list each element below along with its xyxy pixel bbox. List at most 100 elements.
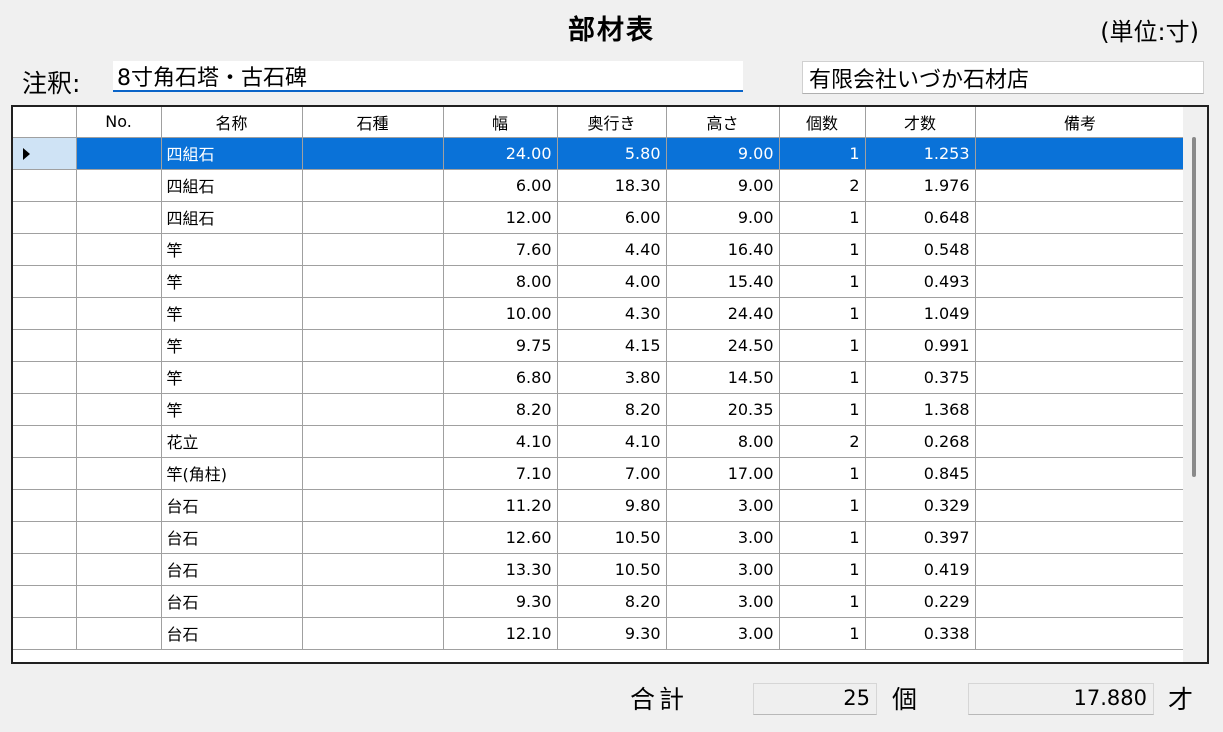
cell-count[interactable]: 2 [778,168,866,202]
row-header[interactable] [13,488,77,522]
cell-width[interactable]: 6.00 [442,168,558,202]
cell-remarks[interactable] [974,360,1186,394]
cell-count[interactable]: 1 [778,232,866,266]
cell-name[interactable]: 四組石 [160,168,303,202]
cell-sai[interactable]: 0.648 [864,200,976,234]
cell-name[interactable]: 竿 [160,392,303,426]
cell-depth[interactable]: 10.50 [556,520,667,554]
row-header[interactable] [13,424,77,458]
column-header-name[interactable]: 名称 [160,107,303,138]
cell-count[interactable]: 1 [778,296,866,330]
cell-no[interactable] [75,264,162,298]
cell-height[interactable]: 9.00 [665,200,780,234]
cell-count[interactable]: 1 [778,392,866,426]
cell-count[interactable]: 1 [778,264,866,298]
column-header-width[interactable]: 幅 [442,107,558,138]
vertical-scrollbar[interactable] [1183,107,1207,662]
cell-stone[interactable] [301,424,444,458]
cell-height[interactable]: 3.00 [665,552,780,586]
scrollbar-thumb[interactable] [1192,137,1196,477]
cell-height[interactable]: 3.00 [665,584,780,618]
cell-height[interactable]: 8.00 [665,424,780,458]
cell-no[interactable] [75,136,162,170]
cell-sai[interactable]: 1.368 [864,392,976,426]
column-header-depth[interactable]: 奥行き [556,107,667,138]
cell-remarks[interactable] [974,328,1186,362]
cell-name[interactable]: 竿 [160,296,303,330]
cell-width[interactable]: 12.60 [442,520,558,554]
row-header[interactable] [13,520,77,554]
row-header[interactable] [13,328,77,362]
row-header[interactable] [13,360,77,394]
cell-name[interactable]: 四組石 [160,200,303,234]
cell-count[interactable]: 1 [778,328,866,362]
cell-width[interactable]: 7.10 [442,456,558,490]
cell-width[interactable]: 12.00 [442,200,558,234]
company-input[interactable] [802,61,1204,94]
cell-remarks[interactable] [974,264,1186,298]
column-header-height[interactable]: 高さ [665,107,780,138]
cell-count[interactable]: 1 [778,488,866,522]
cell-sai[interactable]: 0.991 [864,328,976,362]
cell-depth[interactable]: 4.30 [556,296,667,330]
cell-name[interactable]: 竿 [160,232,303,266]
cell-stone[interactable] [301,488,444,522]
cell-depth[interactable]: 4.15 [556,328,667,362]
cell-no[interactable] [75,232,162,266]
cell-width[interactable]: 13.30 [442,552,558,586]
cell-width[interactable]: 8.00 [442,264,558,298]
row-header[interactable] [13,264,77,298]
column-header-no[interactable]: No. [75,107,162,138]
row-header[interactable] [13,168,77,202]
row-header[interactable] [13,200,77,234]
cell-remarks[interactable] [974,488,1186,522]
cell-no[interactable] [75,424,162,458]
cell-width[interactable]: 7.60 [442,232,558,266]
table-row[interactable]: 台石 11.20 9.80 3.00 1 0.329 [13,488,1186,522]
table-row[interactable]: 台石 12.60 10.50 3.00 1 0.397 [13,520,1186,554]
cell-height[interactable]: 14.50 [665,360,780,394]
cell-sai[interactable]: 0.845 [864,456,976,490]
cell-depth[interactable]: 5.80 [556,136,667,170]
cell-stone[interactable] [301,584,444,618]
cell-stone[interactable] [301,168,444,202]
table-row[interactable]: 竿 7.60 4.40 16.40 1 0.548 [13,232,1186,266]
cell-width[interactable]: 9.75 [442,328,558,362]
cell-name[interactable]: 台石 [160,520,303,554]
cell-width[interactable]: 24.00 [442,136,558,170]
cell-no[interactable] [75,456,162,490]
column-header-sai[interactable]: 才数 [864,107,976,138]
row-header[interactable] [13,232,77,266]
cell-width[interactable]: 9.30 [442,584,558,618]
cell-sai[interactable]: 1.049 [864,296,976,330]
cell-no[interactable] [75,168,162,202]
cell-no[interactable] [75,296,162,330]
cell-remarks[interactable] [974,392,1186,426]
cell-height[interactable]: 24.40 [665,296,780,330]
cell-name[interactable]: 竿 [160,328,303,362]
table-row[interactable]: 台石 12.10 9.30 3.00 1 0.338 [13,616,1186,650]
cell-depth[interactable]: 9.80 [556,488,667,522]
cell-sai[interactable]: 0.329 [864,488,976,522]
cell-name[interactable]: 花立 [160,424,303,458]
parts-grid[interactable]: No. 名称 石種 幅 奥行き 高さ 個数 才数 備考 四組石 24.00 5.80… [11,105,1209,664]
cell-height[interactable]: 9.00 [665,168,780,202]
cell-sai[interactable]: 0.268 [864,424,976,458]
cell-width[interactable]: 11.20 [442,488,558,522]
row-header[interactable] [13,616,77,650]
cell-sai[interactable]: 0.548 [864,232,976,266]
cell-no[interactable] [75,584,162,618]
cell-height[interactable]: 15.40 [665,264,780,298]
cell-no[interactable] [75,616,162,650]
cell-stone[interactable] [301,392,444,426]
cell-name[interactable]: 竿(角柱) [160,456,303,490]
cell-stone[interactable] [301,520,444,554]
cell-no[interactable] [75,360,162,394]
cell-depth[interactable]: 10.50 [556,552,667,586]
row-header[interactable] [13,136,77,170]
column-header-remarks[interactable]: 備考 [974,107,1186,138]
cell-depth[interactable]: 6.00 [556,200,667,234]
row-header[interactable] [13,392,77,426]
cell-count[interactable]: 1 [778,616,866,650]
cell-remarks[interactable] [974,168,1186,202]
